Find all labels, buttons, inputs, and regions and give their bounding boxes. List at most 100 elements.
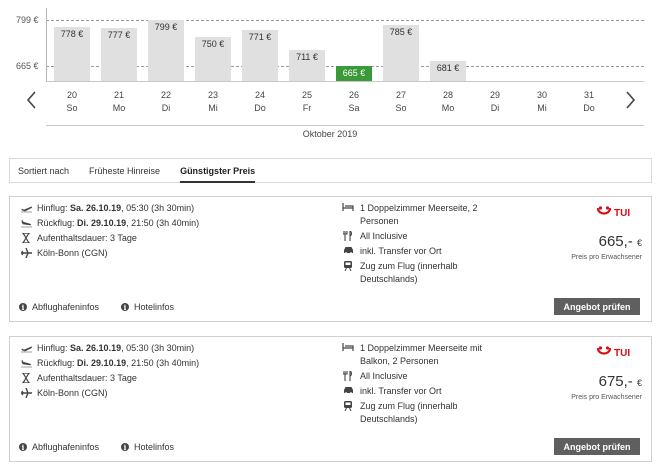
train-icon — [342, 401, 354, 426]
price-bar-label: 681 € — [436, 62, 460, 73]
return-label: Rückflug: — [37, 218, 75, 228]
price-bar-label: 750 € — [201, 38, 225, 49]
cutlery-icon — [342, 231, 354, 243]
day-27[interactable]: 27 So — [381, 89, 421, 115]
price-bar-label: 771 € — [248, 31, 272, 42]
price-bar-label: 785 € — [389, 26, 413, 37]
y-axis — [46, 8, 47, 82]
airport-info-link[interactable]: i Abflughafeninfos — [19, 302, 99, 312]
price-bar[interactable]: 778 € — [54, 27, 90, 81]
board-info: All Inclusive — [342, 230, 408, 243]
return-time: , 21:50 (3h 40min) — [126, 218, 200, 228]
price-bar[interactable]: 799 € — [148, 20, 184, 81]
price-bar[interactable]: 771 € — [242, 29, 278, 81]
car-icon — [342, 246, 354, 258]
day-weekday: Mo — [112, 103, 126, 113]
room-text: 1 Doppelzimmer Meerseite, 2 Personen — [360, 203, 478, 226]
price-value: 675,- — [598, 373, 633, 390]
day-number: 23 — [207, 90, 218, 100]
price-bar-label: 799 € — [154, 22, 178, 32]
offer-card-1: Hinflug: Sa. 26.10.19 , 05:30 (3h 30min)… — [9, 196, 652, 322]
sort-option-earliest[interactable]: Früheste Hinreise — [89, 159, 160, 183]
check-offer-button[interactable]: Angebot prüfen — [554, 298, 640, 315]
price-bar[interactable]: 750 € — [195, 36, 231, 81]
outbound-date: Sa. 26.10.19 — [70, 343, 122, 353]
tui-logo: TUI — [593, 343, 637, 360]
train-text: Zug zum Flug (innerhalb Deutschlands) — [360, 261, 458, 284]
day-20[interactable]: 20 So — [52, 89, 92, 115]
sort-bar: Sortiert nach Früheste Hinreise Günstigs… — [9, 158, 652, 183]
sort-option-cheapest[interactable]: Günstigster Preis — [180, 159, 256, 183]
hotel-info-link[interactable]: i Hotelinfos — [121, 302, 174, 312]
outbound-flight: Hinflug: Sa. 26.10.19 , 05:30 (3h 30min) — [20, 203, 194, 213]
day-weekday: Mo — [441, 103, 455, 113]
car-icon — [342, 386, 354, 398]
stay-text: Aufenthaltsdauer: 3 Tage — [37, 373, 137, 383]
day-29[interactable]: 29 Di — [475, 89, 515, 115]
stay-duration: Aufenthaltsdauer: 3 Tage — [20, 373, 137, 383]
day-28[interactable]: 28 Mo — [428, 89, 468, 115]
next-days-button[interactable] — [622, 88, 638, 112]
hotel-info-link[interactable]: i Hotelinfos — [121, 442, 174, 452]
day-weekday: So — [395, 103, 407, 113]
price-bar-label: 778 € — [60, 29, 84, 40]
price-bar[interactable]: 665 € — [336, 66, 372, 81]
day-number: 24 — [254, 90, 265, 100]
plane-takeoff-icon — [20, 344, 32, 353]
outbound-time: , 05:30 (3h 30min) — [121, 343, 195, 353]
transfer-info: inkl. Transfer vor Ort — [342, 385, 442, 398]
y-tick-799: 799 € — [16, 15, 39, 25]
month-divider — [46, 125, 644, 126]
bed-icon — [342, 343, 354, 368]
departure-airport: Köln-Bonn (CGN) — [20, 248, 108, 258]
airport-info-link[interactable]: i Abflughafeninfos — [19, 442, 99, 452]
price-note: Preis pro Erwachsener — [571, 394, 642, 401]
day-30[interactable]: 30 Mi — [522, 89, 562, 115]
price-bar[interactable]: 681 € — [430, 60, 466, 81]
info-icon: i — [19, 303, 27, 312]
board-text: All Inclusive — [360, 231, 408, 241]
day-number: 26 — [348, 90, 359, 100]
day-weekday: Mi — [208, 103, 218, 113]
sort-label: Sortiert nach — [18, 165, 70, 176]
room-info: 1 Doppelzimmer Meerseite, 2 Personen — [342, 202, 478, 228]
board-info: All Inclusive — [342, 370, 408, 383]
return-date: Di. 29.10.19 — [77, 218, 127, 228]
max-price-line — [46, 20, 644, 21]
price-bar[interactable]: 711 € — [289, 50, 325, 81]
prev-days-button[interactable] — [24, 88, 40, 112]
train-icon — [342, 261, 354, 286]
day-21[interactable]: 21 Mo — [99, 89, 139, 115]
day-25[interactable]: 25 Fr — [287, 89, 327, 115]
return-flight: Rückflug: Di. 29.10.19 , 21:50 (3h 40min… — [20, 218, 199, 228]
day-number: 29 — [489, 90, 500, 100]
day-weekday: Do — [583, 103, 595, 113]
day-weekday: Fr — [302, 103, 312, 113]
bed-icon — [342, 203, 354, 228]
day-26[interactable]: 26 Sa — [334, 89, 374, 115]
plane-takeoff-icon — [20, 204, 32, 213]
y-tick-665: 665 € — [16, 61, 39, 71]
day-24[interactable]: 24 Do — [240, 89, 280, 115]
room-text: 1 Doppelzimmer Meerseite mit Balkon, 2 Pe… — [360, 343, 483, 366]
price-bar[interactable]: 785 € — [383, 24, 419, 81]
info-icon: i — [19, 443, 27, 452]
return-time: , 21:50 (3h 40min) — [126, 358, 200, 368]
plane-icon — [20, 248, 32, 258]
transfer-text: inkl. Transfer vor Ort — [360, 386, 442, 396]
day-weekday: Di — [161, 103, 171, 113]
day-number: 31 — [583, 90, 594, 100]
price-bar[interactable]: 777 € — [101, 27, 137, 81]
day-number: 27 — [395, 90, 406, 100]
offer-price: 665,- € — [599, 233, 642, 250]
check-offer-button[interactable]: Angebot prüfen — [554, 438, 640, 455]
outbound-label: Hinflug: — [37, 203, 68, 213]
day-weekday: Sa — [348, 103, 360, 113]
stay-text: Aufenthaltsdauer: 3 Tage — [37, 233, 137, 243]
price-note: Preis pro Erwachsener — [571, 254, 642, 261]
currency: € — [636, 378, 642, 388]
day-22[interactable]: 22 Di — [146, 89, 186, 115]
day-number: 25 — [301, 90, 312, 100]
day-23[interactable]: 23 Mi — [193, 89, 233, 115]
day-31[interactable]: 31 Do — [569, 89, 609, 115]
